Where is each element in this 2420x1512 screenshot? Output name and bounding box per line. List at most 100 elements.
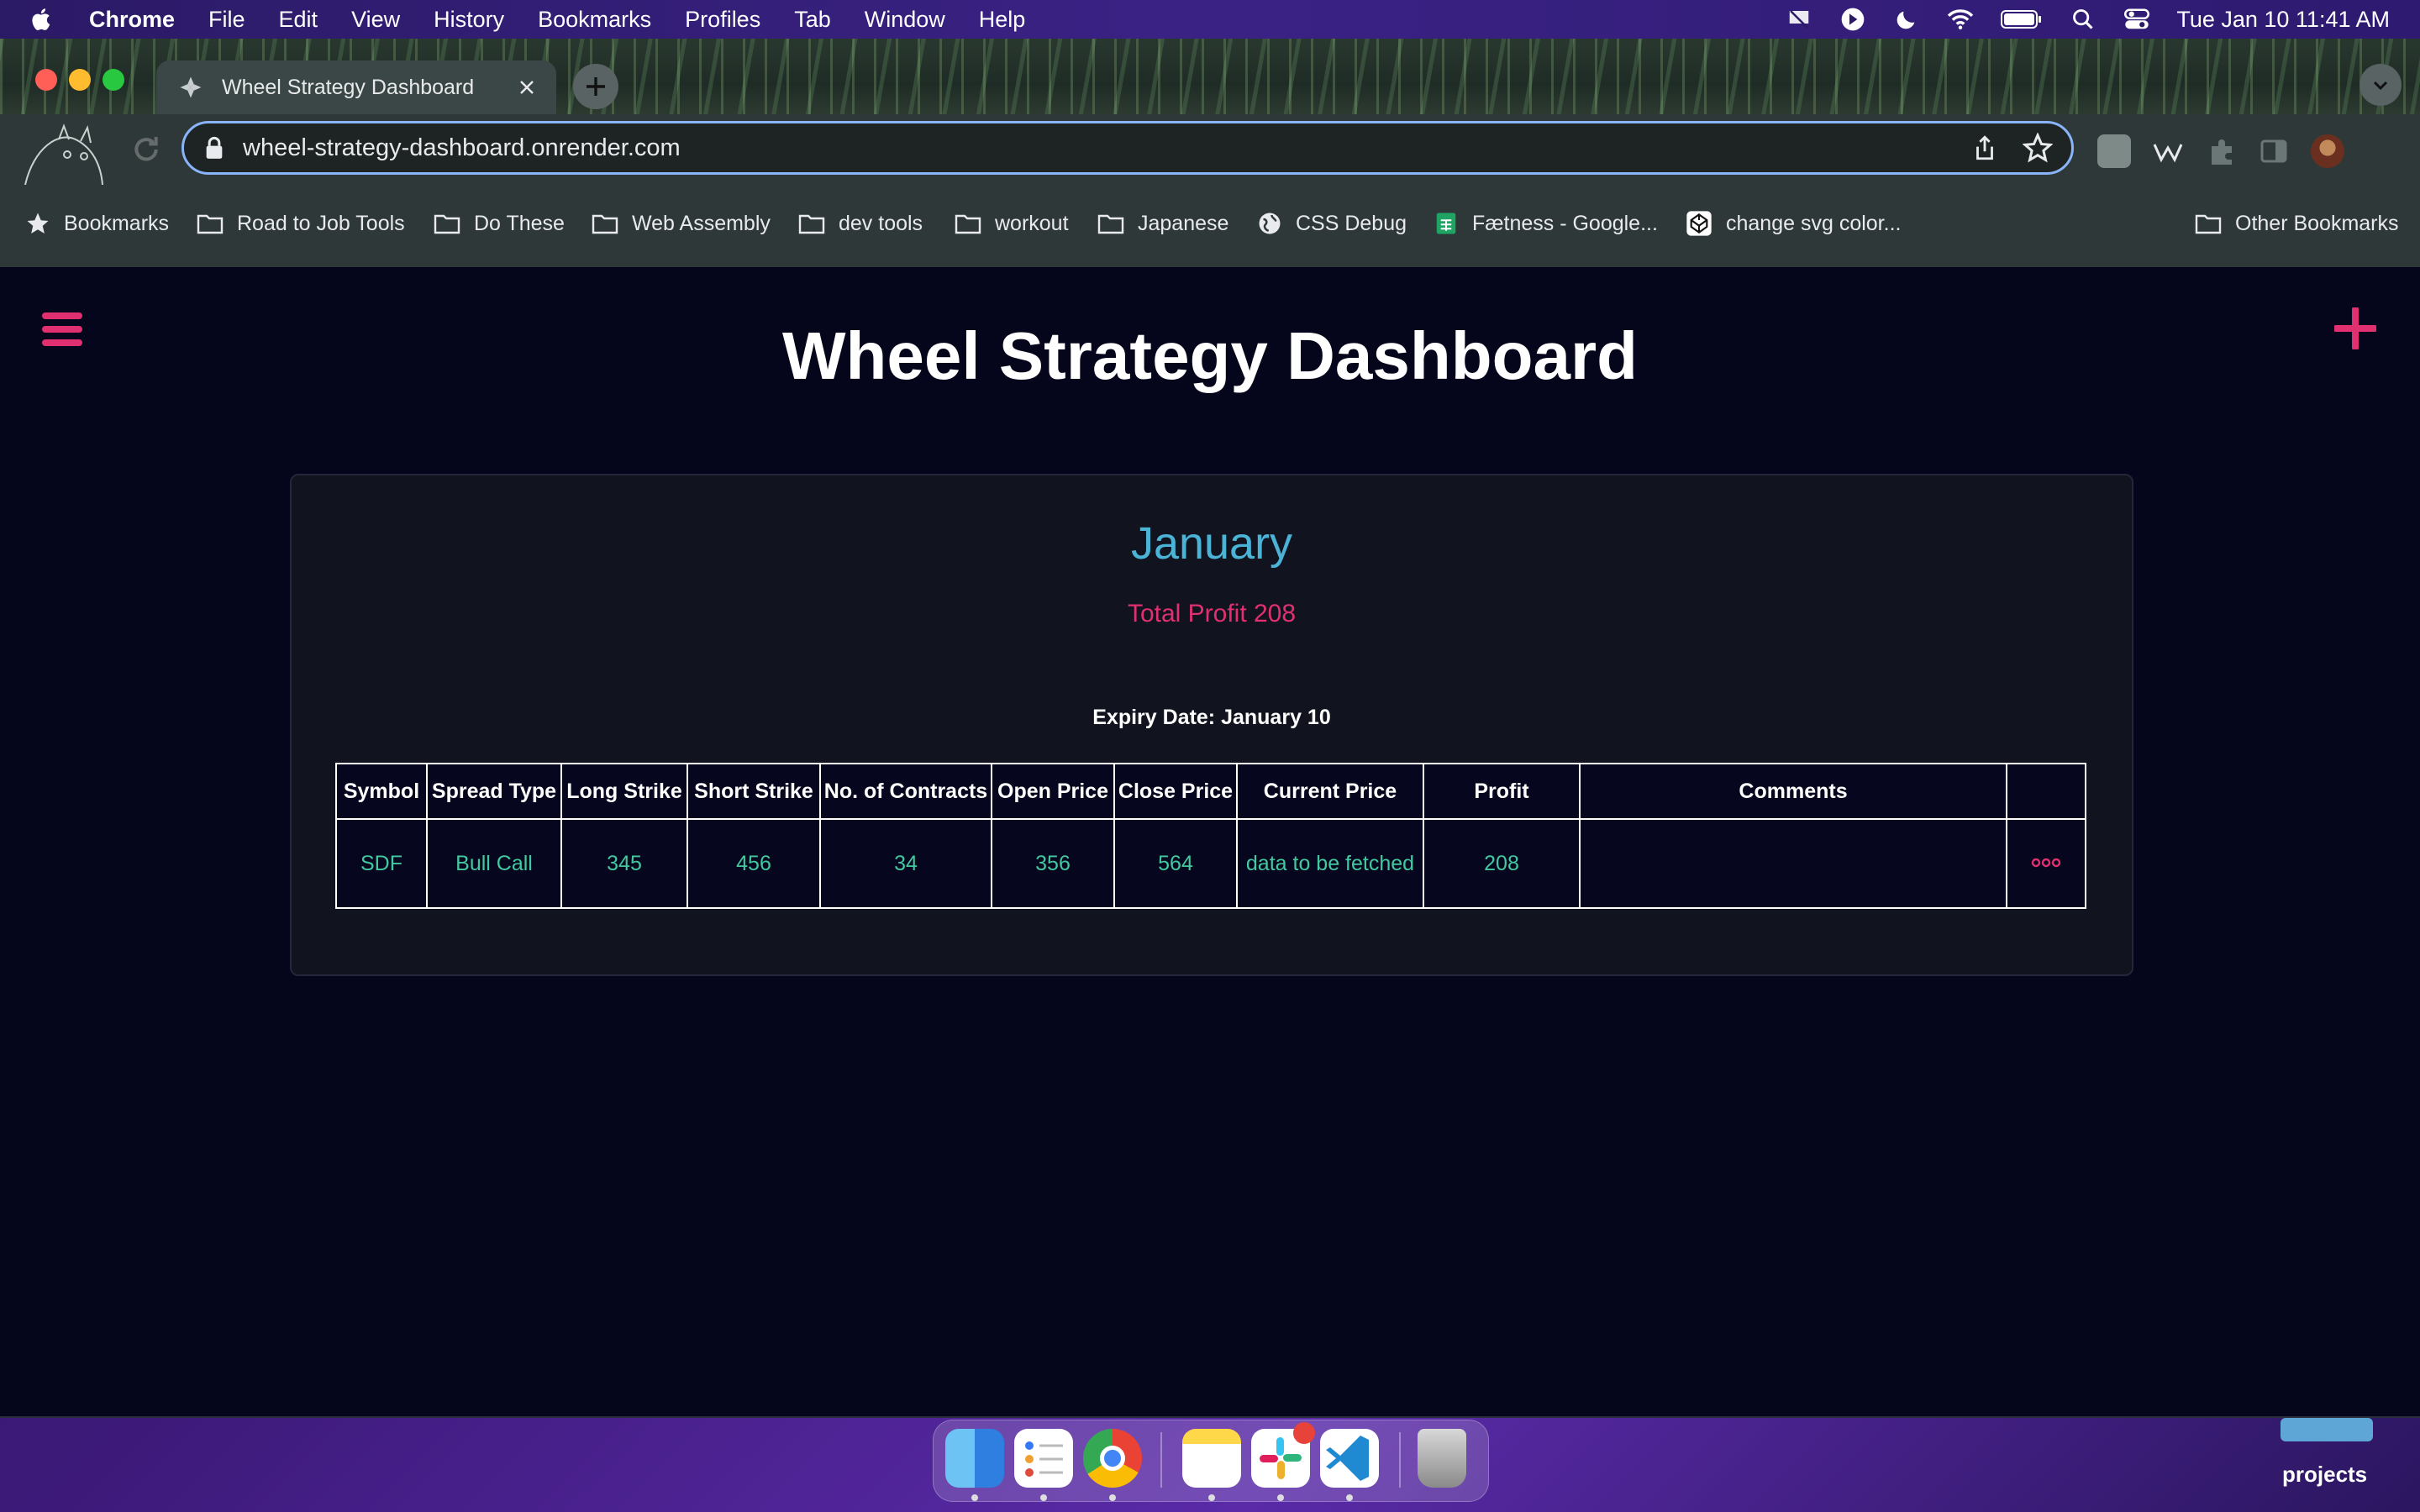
cell-spread-type: Bull Call — [426, 818, 562, 909]
dock-notes-icon[interactable] — [1182, 1429, 1241, 1488]
screen-share-icon[interactable] — [1785, 5, 1813, 34]
bookmark-label: workout — [995, 211, 1069, 235]
wifi-icon[interactable] — [1946, 5, 1975, 34]
bookmark-css-debug[interactable]: CSS Debug — [1257, 207, 1407, 240]
bookmark-faetness-google-sheets[interactable]: Fætness - Google... — [1434, 207, 1658, 240]
dock-running-indicator — [1208, 1494, 1215, 1501]
menu-bar: Chrome File Edit View History Bookmarks … — [0, 0, 2420, 39]
control-center-icon[interactable] — [2123, 5, 2151, 34]
page-title: Wheel Strategy Dashboard — [781, 318, 1638, 393]
cell-close-price: 564 — [1113, 818, 1238, 909]
reload-icon[interactable] — [129, 133, 163, 166]
expiry-date: Expiry Date: January 10 — [1092, 706, 1331, 729]
browser-window: Wheel Strategy Dashboard wheel-strategy-… — [0, 39, 2420, 1418]
search-icon[interactable] — [2069, 5, 2097, 34]
apple-icon[interactable] — [29, 6, 55, 33]
share-icon[interactable] — [1970, 134, 1999, 162]
menu-clock[interactable]: Tue Jan 10 11:41 AM — [2176, 7, 2390, 33]
table-row[interactable]: SDF Bull Call 345 456 34 356 564 data to… — [335, 818, 2086, 909]
profile-avatar[interactable] — [2311, 134, 2344, 168]
desktop-folder-icon[interactable] — [2281, 1418, 2373, 1441]
bookmark-star-icon[interactable] — [2023, 133, 2053, 163]
bookmark-label: Web Assembly — [632, 211, 771, 235]
globe-icon — [1259, 213, 1281, 234]
bookmark-label: Fætness - Google... — [1472, 211, 1658, 235]
menu-edit[interactable]: Edit — [279, 7, 318, 33]
column-header-spread-type: Spread Type — [426, 763, 562, 820]
folder-icon — [592, 214, 618, 234]
bookmark-label: Japanese — [1138, 211, 1229, 235]
dock-trash-icon[interactable] — [1418, 1429, 1466, 1488]
menu-app-name[interactable]: Chrome — [89, 7, 175, 33]
tab-close-icon[interactable] — [513, 73, 541, 102]
extension-tampermonkey-icon[interactable] — [2097, 134, 2131, 168]
dock-divider — [1160, 1432, 1162, 1488]
new-tab-button[interactable] — [573, 64, 618, 109]
other-bookmarks[interactable]: Other Bookmarks — [2195, 207, 2399, 240]
cell-open-price: 356 — [991, 818, 1115, 909]
media-control-icon[interactable] — [1839, 5, 1867, 34]
moon-icon[interactable] — [1892, 5, 1921, 34]
battery-icon[interactable] — [2000, 5, 2044, 34]
dock-chrome-icon[interactable] — [1083, 1429, 1142, 1488]
extensions-puzzle-icon[interactable] — [2205, 134, 2238, 168]
cell-actions — [2006, 818, 2086, 909]
bookmark-label: Other Bookmarks — [2235, 211, 2399, 235]
notification-badge — [1293, 1422, 1315, 1444]
cell-short-strike: 456 — [687, 818, 821, 909]
side-panel-icon[interactable] — [2257, 134, 2291, 168]
tab-title: Wheel Strategy Dashboard — [222, 75, 475, 99]
menu-history[interactable]: History — [434, 7, 504, 33]
address-bar[interactable]: wheel-strategy-dashboard.onrender.com — [182, 121, 2074, 175]
dock-reminders-icon[interactable] — [1014, 1429, 1073, 1488]
menu-help[interactable]: Help — [979, 7, 1026, 33]
dock-divider — [1399, 1432, 1401, 1488]
dock-vscode-icon[interactable] — [1320, 1429, 1379, 1488]
bookmark-label: Do These — [474, 211, 565, 235]
lock-icon[interactable] — [204, 136, 224, 160]
codepen-icon — [1686, 211, 1712, 236]
cell-profit: 208 — [1423, 818, 1581, 909]
dock-running-indicator — [1109, 1494, 1116, 1501]
bookmark-bookmarks[interactable]: Bookmarks — [25, 207, 169, 240]
month-heading: January — [1130, 518, 1293, 569]
extension-wappalyzer-icon[interactable] — [2151, 134, 2185, 168]
dock-running-indicator — [1277, 1494, 1284, 1501]
bookmark-workout[interactable]: workout — [955, 207, 1069, 240]
more-options-icon[interactable] — [2031, 858, 2061, 870]
bookmark-web-assembly[interactable]: Web Assembly — [592, 207, 771, 240]
tab-wheel-strategy-dashboard[interactable]: Wheel Strategy Dashboard — [156, 60, 556, 114]
menu-tab[interactable]: Tab — [794, 7, 831, 33]
bookmark-change-svg-color[interactable]: change svg color... — [1686, 207, 1901, 240]
menu-profiles[interactable]: Profiles — [685, 7, 760, 33]
window-maximize-button[interactable] — [103, 69, 124, 91]
bookmark-do-these[interactable]: Do These — [434, 207, 565, 240]
bookmark-label: CSS Debug — [1296, 211, 1407, 235]
dock-finder-icon[interactable] — [945, 1429, 1004, 1488]
menu-file[interactable]: File — [208, 7, 245, 33]
window-minimize-button[interactable] — [69, 69, 91, 91]
bookmark-dev-tools[interactable]: dev tools — [798, 207, 923, 240]
desktop-folder-label[interactable]: projects — [2282, 1462, 2367, 1488]
column-header-close-price: Close Price — [1113, 763, 1238, 820]
menu-window[interactable]: Window — [865, 7, 945, 33]
bookmark-road-to-job-tools[interactable]: Road to Job Tools — [197, 207, 405, 240]
dock-running-indicator — [971, 1494, 978, 1501]
url-text[interactable]: wheel-strategy-dashboard.onrender.com — [243, 134, 1970, 162]
cell-symbol: SDF — [335, 818, 428, 909]
bookmarks-bar: Bookmarks Road to Job Tools Do These Web… — [0, 185, 2420, 269]
bookmark-japanese[interactable]: Japanese — [1097, 207, 1228, 240]
window-close-button[interactable] — [35, 69, 57, 91]
plus-icon — [587, 77, 605, 96]
month-card: January Total Profit 208 Expiry Date: Ja… — [290, 474, 2133, 976]
folder-icon — [197, 214, 224, 234]
menu-view[interactable]: View — [351, 7, 400, 33]
browser-toolbar: wheel-strategy-dashboard.onrender.com — [0, 114, 2420, 185]
menu-bookmarks[interactable]: Bookmarks — [538, 7, 651, 33]
tab-search-button[interactable] — [2360, 64, 2402, 106]
column-header-open-price: Open Price — [991, 763, 1115, 820]
dock-slack-icon[interactable] — [1251, 1422, 1315, 1488]
folder-icon — [798, 214, 825, 234]
cell-comments — [1579, 818, 2007, 909]
bookmark-label: Road to Job Tools — [237, 211, 405, 235]
